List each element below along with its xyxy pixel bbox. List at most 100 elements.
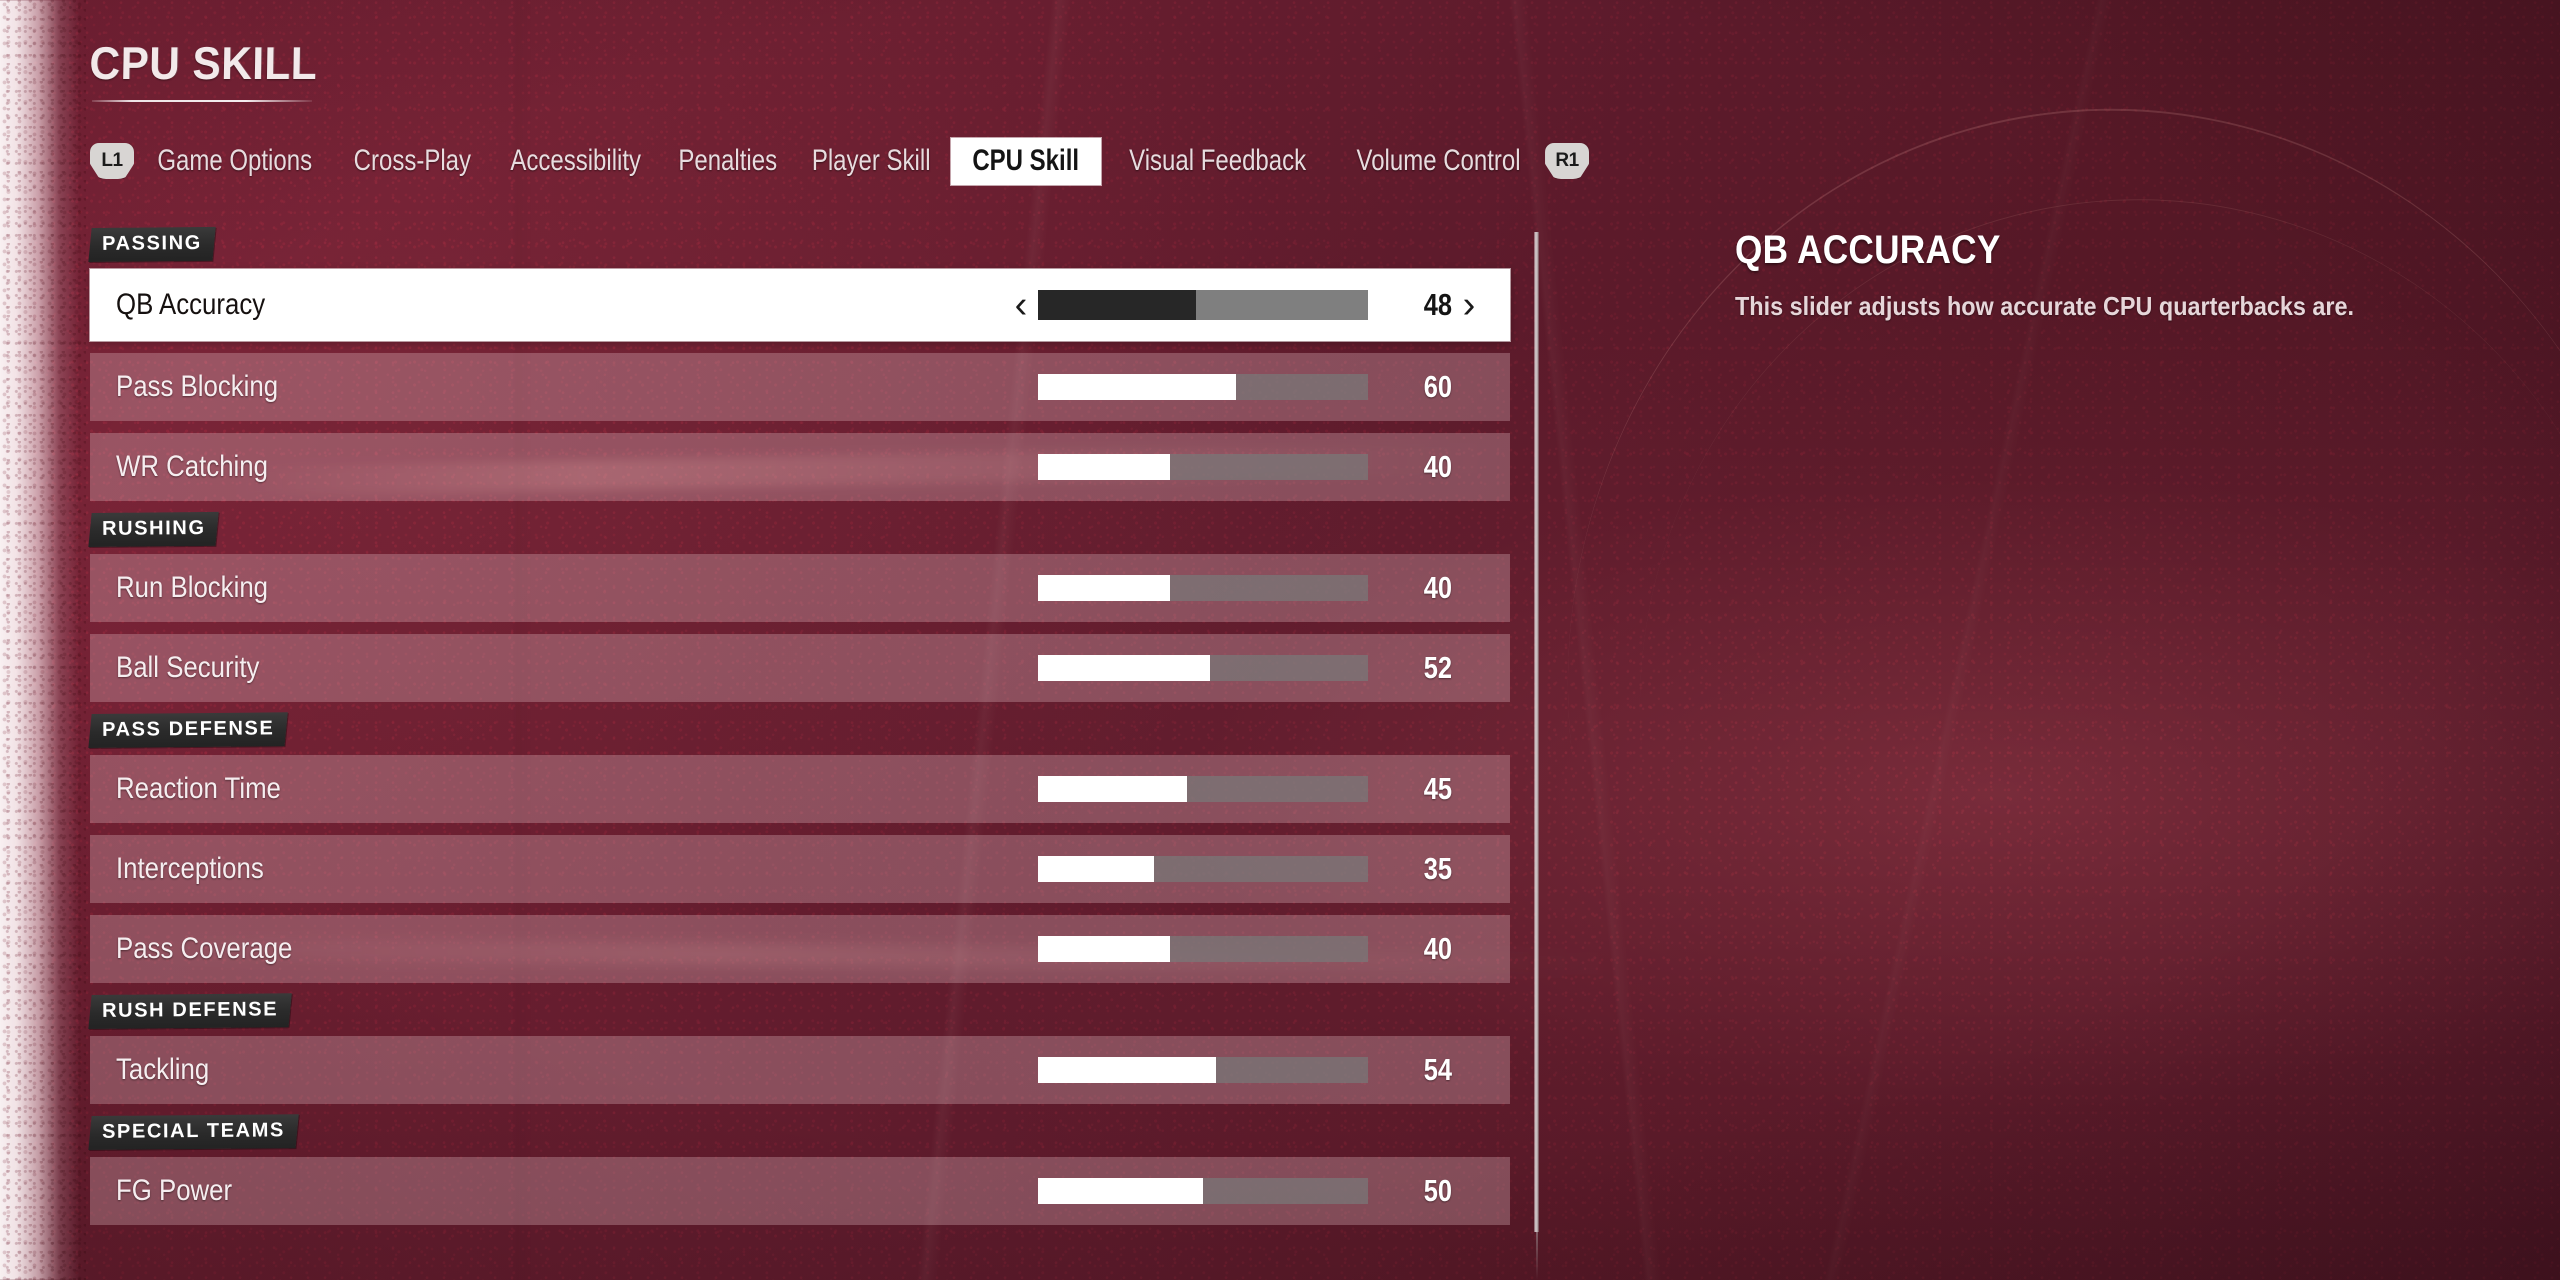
tab-cpu-skill[interactable]: CPU Skill	[951, 137, 1101, 185]
slider-row[interactable]: Reaction Time ‹45›	[90, 755, 1510, 823]
slider-track[interactable]	[1038, 1057, 1368, 1083]
tab-label: Game Options	[157, 144, 313, 177]
section-header-label: PASSING	[101, 232, 202, 255]
tab-visual-feedback[interactable]: Visual Feedback	[1103, 143, 1332, 179]
slider-row[interactable]: FG Power ‹50›	[90, 1157, 1510, 1225]
slider-row-label: Pass Coverage	[116, 932, 293, 965]
slider-row-label: Interceptions	[116, 852, 264, 885]
slider-value: 50	[1423, 1173, 1452, 1208]
tab-bar: L1 Game Options Cross-Play Accessibility Pe…	[90, 137, 1590, 185]
left-torn-edge-grain	[0, 0, 86, 1280]
tab-volume-control[interactable]: Volume Control	[1332, 143, 1545, 179]
slider-control: ‹ 48 ›	[1004, 269, 1486, 341]
tab-player-skill[interactable]: Player Skill	[793, 143, 949, 179]
detail-panel: QB ACCURACY This slider adjusts how accu…	[1735, 228, 2495, 322]
page-title-underline	[92, 100, 312, 102]
slider-value: 52	[1423, 650, 1452, 685]
slider-fill	[1038, 936, 1170, 962]
slider-row-label: QB Accuracy	[116, 288, 266, 321]
slider-fill	[1038, 655, 1210, 681]
slider-fill	[1038, 575, 1170, 601]
slider-fill	[1038, 374, 1236, 400]
slider-value: 40	[1423, 931, 1452, 966]
slider-row-label: Pass Blocking	[116, 370, 279, 403]
slider-value: 60	[1423, 369, 1452, 404]
slider-track[interactable]	[1038, 655, 1368, 681]
tab-cross-play[interactable]: Cross-Play	[335, 143, 490, 179]
tab-label: Penalties	[677, 144, 777, 177]
slider-value: 40	[1423, 449, 1452, 484]
slider-track[interactable]	[1038, 575, 1368, 601]
panel-divider-tail	[1536, 1232, 1538, 1280]
slider-fill	[1038, 454, 1170, 480]
tab-label: Cross-Play	[354, 144, 472, 177]
section-header-label: SPECIAL TEAMS	[101, 1119, 285, 1143]
slider-control: ‹35›	[1004, 835, 1486, 903]
slider-fill	[1038, 290, 1197, 320]
slider-control: ‹40›	[1004, 554, 1486, 622]
section-header: PASSING	[88, 226, 216, 262]
slider-row[interactable]: Ball Security ‹52›	[90, 634, 1510, 702]
tab-label: Volume Control	[1356, 144, 1521, 177]
panel-divider	[1534, 232, 1539, 1232]
slider-fill	[1038, 856, 1154, 882]
slider-row-label: Tackling	[116, 1053, 210, 1086]
slider-row[interactable]: Pass Coverage ‹40›	[90, 915, 1510, 983]
slider-control: ‹40›	[1004, 915, 1486, 983]
detail-description: This slider adjusts how accurate CPU qua…	[1735, 291, 2355, 321]
tab-label: Accessibility	[510, 144, 642, 177]
section-header: PASS DEFENSE	[88, 712, 289, 748]
r1-bumper-icon[interactable]: R1	[1545, 143, 1590, 179]
slider-track[interactable]	[1038, 1178, 1368, 1204]
slider-value: 48	[1423, 287, 1452, 322]
page-title: CPU SKILL	[89, 37, 318, 89]
tab-label: CPU Skill	[972, 143, 1080, 177]
slider-track[interactable]	[1038, 856, 1368, 882]
slider-track[interactable]	[1038, 454, 1368, 480]
slider-fill	[1038, 1178, 1203, 1204]
slider-track[interactable]	[1038, 776, 1368, 802]
slider-value: 45	[1423, 771, 1452, 806]
l1-bumper-icon[interactable]: L1	[90, 143, 134, 179]
slider-row-label: Ball Security	[116, 651, 260, 684]
slider-control: ‹54›	[1004, 1036, 1486, 1104]
slider-row[interactable]: QB Accuracy ‹ 48 ›	[90, 269, 1510, 341]
slider-row-label: WR Catching	[116, 450, 268, 483]
tab-penalties[interactable]: Penalties	[662, 143, 793, 179]
section-header-label: PASS DEFENSE	[101, 717, 275, 741]
section-header-label: RUSH DEFENSE	[101, 998, 279, 1022]
slider-fill	[1038, 776, 1187, 802]
slider-control: ‹50›	[1004, 1157, 1486, 1225]
slider-row-label: FG Power	[116, 1174, 233, 1207]
slider-control: ‹60›	[1004, 353, 1486, 421]
slider-track[interactable]	[1038, 936, 1368, 962]
slider-value: 54	[1423, 1052, 1452, 1087]
slider-row[interactable]: Tackling ‹54›	[90, 1036, 1510, 1104]
slider-track[interactable]	[1038, 290, 1368, 320]
tab-game-options[interactable]: Game Options	[134, 143, 335, 179]
tab-label: Visual Feedback	[1128, 144, 1306, 177]
slider-value: 35	[1423, 851, 1452, 886]
slider-row[interactable]: WR Catching ‹40›	[90, 433, 1510, 501]
chevron-left-icon[interactable]: ‹	[1004, 286, 1038, 324]
section-header-label: RUSHING	[101, 517, 206, 540]
slider-row[interactable]: Interceptions ‹35›	[90, 835, 1510, 903]
slider-row[interactable]: Pass Blocking ‹60›	[90, 353, 1510, 421]
slider-track[interactable]	[1038, 374, 1368, 400]
detail-title: QB ACCURACY	[1735, 228, 2001, 272]
tab-accessibility[interactable]: Accessibility	[490, 143, 661, 179]
slider-row[interactable]: Run Blocking ‹40›	[90, 554, 1510, 622]
screen: CPU SKILL L1 Game Options Cross-Play Acces…	[0, 0, 2560, 1280]
slider-control: ‹52›	[1004, 634, 1486, 702]
settings-list: PASSING QB Accuracy ‹ 48› Pass Blocking ‹60› W…	[88, 226, 1510, 1237]
slider-control: ‹45›	[1004, 755, 1486, 823]
slider-value: 40	[1423, 570, 1452, 605]
tab-label: Player Skill	[811, 144, 931, 177]
section-header: SPECIAL TEAMS	[88, 1114, 299, 1150]
slider-fill	[1038, 1057, 1217, 1083]
slider-control: ‹40›	[1004, 433, 1486, 501]
section-header: RUSHING	[88, 511, 220, 547]
slider-row-label: Reaction Time	[116, 772, 281, 805]
section-header: RUSH DEFENSE	[88, 993, 292, 1029]
chevron-right-icon[interactable]: ›	[1452, 286, 1486, 324]
